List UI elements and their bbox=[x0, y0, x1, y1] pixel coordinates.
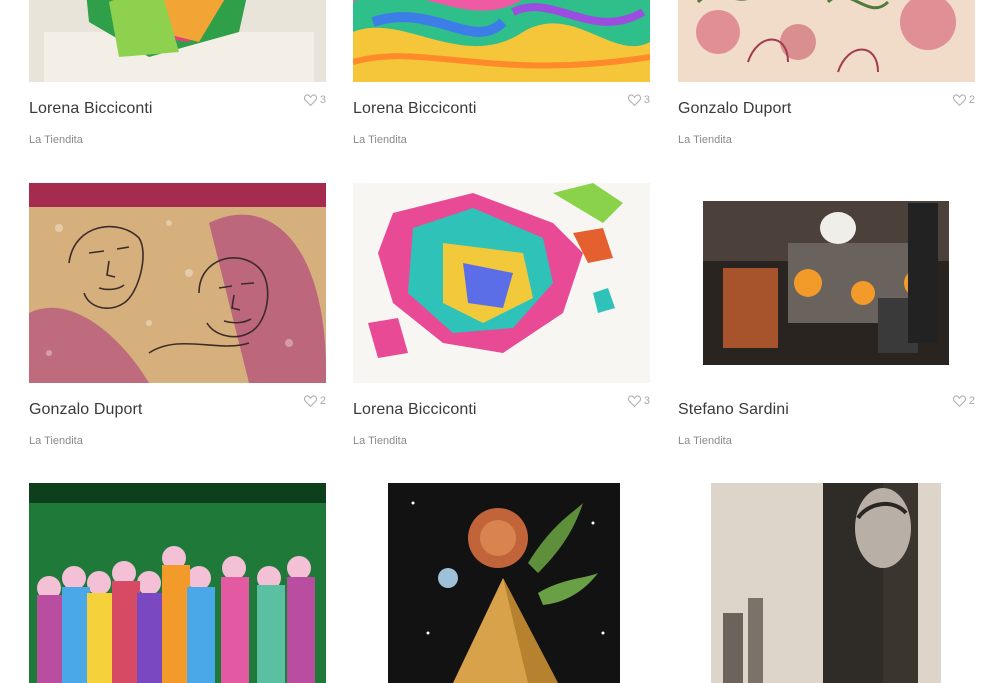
artist-name[interactable]: Gonzalo Duport bbox=[29, 401, 142, 419]
product-grid: Lorena Bicciconti 3 La Tiendita Lorena B… bbox=[0, 0, 1000, 683]
likes-counter[interactable]: 3 bbox=[627, 94, 650, 106]
heart-icon[interactable] bbox=[303, 94, 317, 106]
heart-icon[interactable] bbox=[627, 395, 641, 407]
likes-count: 2 bbox=[968, 395, 975, 407]
product-image[interactable] bbox=[29, 483, 326, 683]
product-image[interactable] bbox=[29, 183, 326, 383]
product-card[interactable]: Lorena Bicciconti 3 La Tiendita bbox=[353, 183, 650, 463]
heart-icon[interactable] bbox=[627, 94, 641, 106]
heart-icon[interactable] bbox=[952, 94, 966, 106]
product-image[interactable] bbox=[678, 183, 975, 383]
shop-name[interactable]: La Tiendita bbox=[678, 134, 732, 146]
artist-name[interactable]: Stefano Sardini bbox=[678, 401, 789, 419]
retro-lab-collage-icon bbox=[678, 183, 975, 383]
shop-name[interactable]: La Tiendita bbox=[29, 134, 83, 146]
shop-name[interactable]: La Tiendita bbox=[678, 435, 732, 447]
likes-count: 2 bbox=[968, 94, 975, 106]
shop-name[interactable]: La Tiendita bbox=[353, 435, 407, 447]
product-card[interactable]: Gonzalo Duport 2 La Tiendita bbox=[29, 183, 326, 463]
product-image[interactable] bbox=[678, 0, 975, 82]
likes-count: 3 bbox=[319, 94, 326, 106]
product-card[interactable]: Lorena Bicciconti 3 La Tiendita bbox=[29, 0, 326, 162]
artist-name[interactable]: Gonzalo Duport bbox=[678, 100, 791, 118]
product-card[interactable] bbox=[678, 483, 975, 683]
green-crowd-painting-icon bbox=[29, 483, 326, 683]
floral-faces-drawing-icon bbox=[678, 0, 975, 82]
product-image[interactable] bbox=[353, 183, 650, 383]
artist-name[interactable]: Lorena Bicciconti bbox=[29, 100, 153, 118]
product-card[interactable] bbox=[29, 483, 326, 683]
heart-icon[interactable] bbox=[952, 395, 966, 407]
heart-icon[interactable] bbox=[303, 395, 317, 407]
likes-counter[interactable]: 3 bbox=[627, 395, 650, 407]
likes-counter[interactable]: 2 bbox=[303, 395, 326, 407]
likes-count: 3 bbox=[643, 395, 650, 407]
likes-count: 3 bbox=[643, 94, 650, 106]
abstract-paper-sculpture-icon bbox=[29, 0, 326, 82]
shop-name[interactable]: La Tiendita bbox=[353, 134, 407, 146]
product-card[interactable] bbox=[353, 483, 650, 683]
product-card[interactable]: Gonzalo Duport 2 La Tiendita bbox=[678, 0, 975, 162]
likes-counter[interactable]: 3 bbox=[303, 94, 326, 106]
space-pyramid-collage-icon bbox=[353, 483, 650, 683]
likes-count: 2 bbox=[319, 395, 326, 407]
colorful-marbled-abstract-icon bbox=[353, 0, 650, 82]
product-card[interactable]: Stefano Sardini 2 La Tiendita bbox=[678, 183, 975, 463]
likes-counter[interactable]: 2 bbox=[952, 395, 975, 407]
product-card[interactable]: Lorena Bicciconti 3 La Tiendita bbox=[353, 0, 650, 162]
product-image[interactable] bbox=[678, 483, 975, 683]
colorful-shard-heart-icon bbox=[353, 183, 650, 383]
product-image[interactable] bbox=[353, 0, 650, 82]
artist-name[interactable]: Lorena Bicciconti bbox=[353, 401, 477, 419]
artist-name[interactable]: Lorena Bicciconti bbox=[353, 100, 477, 118]
product-image[interactable] bbox=[29, 0, 326, 82]
product-image[interactable] bbox=[353, 483, 650, 683]
city-portrait-collage-icon bbox=[678, 483, 975, 683]
shop-name[interactable]: La Tiendita bbox=[29, 435, 83, 447]
likes-counter[interactable]: 2 bbox=[952, 94, 975, 106]
pink-faces-drawing-icon bbox=[29, 183, 326, 383]
